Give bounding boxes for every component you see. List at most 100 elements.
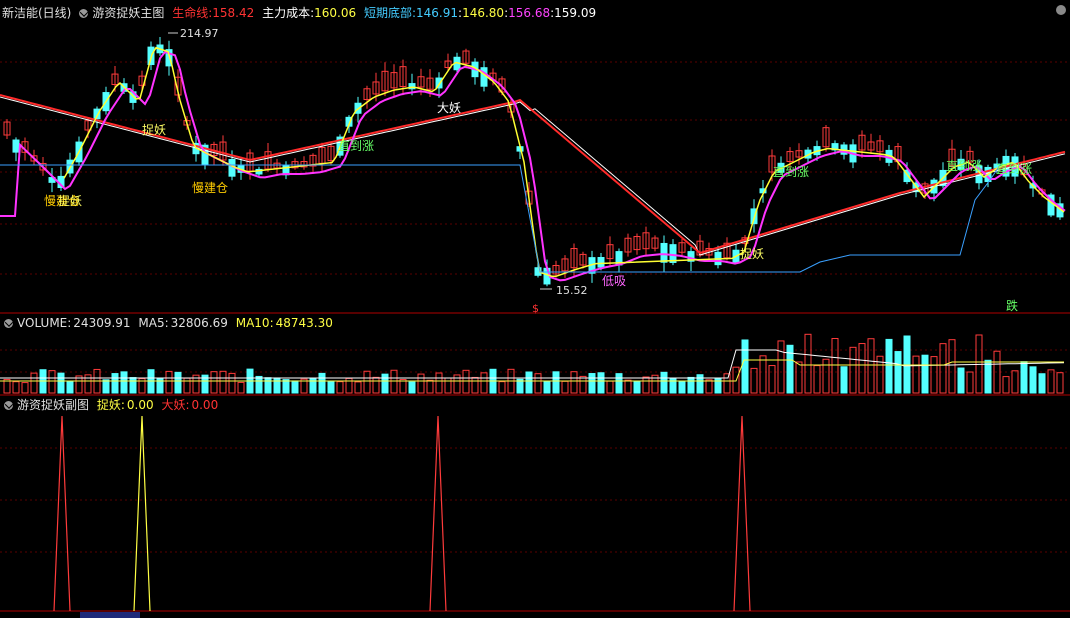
volume-bar: [1011, 370, 1019, 394]
volume-bar: [1002, 376, 1010, 394]
annotation-4: 直到涨: [338, 138, 374, 153]
cost-label: 主力成本:: [262, 6, 315, 20]
sub-header: 游资捉妖副图 捉妖: 0.00 大妖: 0.00: [0, 397, 222, 413]
floor-line: [0, 164, 1001, 273]
volume-bar: [597, 372, 605, 394]
volume-bar: [219, 370, 227, 394]
volume-bar: [120, 371, 128, 394]
sub-a-label: 捉妖:: [96, 398, 125, 412]
sub-b-value: 0.00: [191, 398, 219, 412]
volume-bar: [1029, 366, 1037, 394]
volume-bar: [705, 379, 713, 394]
volume-bar: [255, 375, 263, 394]
life-line-label: 生命线:: [172, 6, 213, 20]
volume-bar: [579, 375, 587, 394]
volume-bar: [462, 369, 470, 394]
volume-bar: [525, 371, 533, 394]
volume-bar: [966, 371, 974, 394]
volume-bar: [228, 372, 236, 394]
short-value-3: 156.68: [508, 6, 551, 20]
annotation-1: 捉妖: [142, 122, 166, 137]
ma10-value: 48743.30: [275, 316, 333, 330]
volume-bar: [354, 381, 362, 394]
ma5-value: 32806.69: [170, 316, 228, 330]
annotation-7: 捉妖: [740, 246, 764, 261]
volume-bar: [948, 339, 956, 394]
annotation-5: 大妖: [437, 101, 461, 115]
volume-label: VOLUME:: [17, 316, 72, 330]
volume-bar: [552, 371, 560, 394]
volume-bar: [57, 372, 65, 394]
volume-bar: [840, 366, 848, 394]
sub-settings-icon[interactable]: [4, 401, 13, 410]
sub-spike-2: [429, 415, 447, 612]
low-value-label: 15.52: [556, 284, 588, 297]
window-control-icon[interactable]: [1056, 5, 1066, 15]
volume-bar: [759, 355, 767, 394]
volume-bar: [984, 359, 992, 394]
volume-bar: [741, 339, 749, 394]
volume-bar: [210, 371, 218, 394]
ma10-label: MA10:: [235, 316, 274, 330]
volume-bar: [417, 373, 425, 394]
volume-bar: [30, 372, 38, 394]
volume-bar: [813, 365, 821, 394]
sub-spike-1: [133, 415, 151, 612]
volume-bar: [687, 376, 695, 394]
volume-bar: [111, 373, 119, 394]
volume-bar: [1020, 361, 1028, 394]
candle-body: [12, 139, 20, 153]
volume-bar: [66, 380, 74, 394]
volume-bar: [777, 340, 785, 394]
volume-bar: [858, 343, 866, 394]
volume-bar: [831, 338, 839, 394]
ma5-label: MA5:: [138, 316, 169, 330]
volume-bar: [129, 377, 137, 394]
volume-settings-icon[interactable]: [4, 319, 13, 328]
volume-bar: [588, 373, 596, 394]
main-indicator-name: 游资捉妖主图: [92, 6, 165, 20]
volume-bar: [498, 381, 506, 394]
settings-icon[interactable]: [79, 9, 89, 18]
candle-body: [669, 244, 677, 263]
volume-bar: [318, 372, 326, 394]
volume-bar: [12, 381, 20, 394]
volume-bar: [921, 354, 929, 394]
short-value-2: 146.80: [462, 6, 505, 20]
annotation-10: 直到涨: [996, 161, 1032, 176]
high-value-label: 214.97: [180, 27, 219, 40]
candle-body: [660, 242, 668, 263]
stock-title: 新洁能(日线): [2, 6, 72, 20]
volume-bar: [435, 372, 443, 394]
volume-bar: [336, 381, 344, 394]
dollar-mark: $: [532, 302, 539, 315]
life-line-value: 158.42: [212, 6, 255, 20]
volume-bar: [237, 381, 245, 394]
volume-bar: [102, 379, 110, 394]
volume-bar: [606, 380, 614, 394]
volume-bar: [471, 376, 479, 394]
volume-bar: [633, 380, 641, 394]
volume-bar: [174, 371, 182, 394]
volume-bar: [165, 370, 173, 394]
volume-bar: [804, 333, 812, 394]
volume-bar: [408, 381, 416, 394]
volume-bar: [867, 338, 875, 394]
volume-bar: [282, 379, 290, 394]
volume-bar: [327, 381, 335, 394]
annotation-9: 直到涨: [946, 158, 982, 173]
volume-bar: [930, 356, 938, 394]
cost-value: 160.06: [314, 6, 357, 20]
volume-bar: [939, 343, 947, 394]
volume-header: VOLUME: 24309.91 MA5: 32806.69 MA10: 48743.…: [0, 315, 337, 331]
volume-bar: [1038, 373, 1046, 394]
annotation-6: 低吸: [602, 274, 626, 288]
short-value-1: 146.91: [416, 6, 459, 20]
volume-bar: [363, 370, 371, 394]
volume-bar: [642, 376, 650, 394]
short-label: 短期底部:: [363, 6, 417, 20]
short-value-4: 159.09: [554, 6, 597, 20]
volume-bar: [822, 358, 830, 394]
volume-bar: [309, 377, 317, 394]
volume-bar: [291, 380, 299, 394]
